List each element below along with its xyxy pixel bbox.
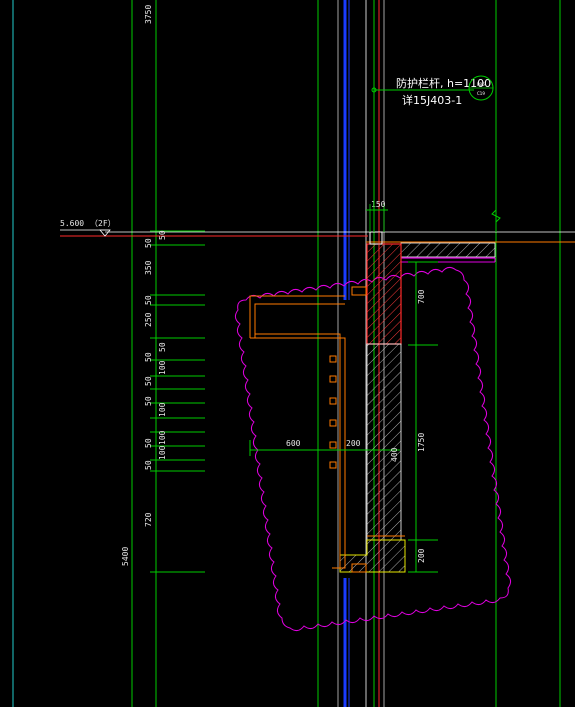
dim-50-a: 50 [144,238,153,248]
left-dimension-lines [150,230,205,573]
canopy-blocks [329,355,337,469]
dim-1750: 1750 [417,433,426,452]
subdim-100-a: 100 [158,360,167,375]
dim-700: 700 [417,289,426,304]
dim-150: 150 [371,200,386,209]
dim-50-b: 50 [144,295,153,305]
dim-200-right: 200 [417,548,426,563]
level-label: 5.600 [60,219,84,228]
railing-callout: 防护栏杆, h=1100 详15J403-1 PB6 C19 [371,75,494,232]
subdim-100-b: 100 [158,402,167,417]
dim-720: 720 [144,512,153,527]
subdim-100-d: 100 [158,445,167,460]
dim-250: 250 [144,312,153,327]
floor-label: （2F） [90,219,116,228]
upper-beam [366,231,402,345]
dim-50-g: 50 [144,460,153,470]
top-dimension: 150 [366,200,388,232]
dim-600: 600 [286,439,301,448]
subdim-100-c: 100 [158,430,167,445]
dim-50-h: 50 [158,230,167,240]
dim-50-d: 50 [144,376,153,386]
dim-350: 350 [144,260,153,275]
blue-curtain-wall [343,0,350,707]
break-line-symbol [491,200,501,232]
dim-5400: 5400 [121,547,130,566]
dim-50-c: 50 [144,352,153,362]
left-dimension-texts: 3750 50 350 50 250 50 50 50 50 50 720 54… [121,5,167,566]
callout-top: PB6 [477,82,485,87]
dim-50-f: 50 [144,438,153,448]
dim-200: 200 [346,439,361,448]
dim-50-e: 50 [144,396,153,406]
railing-ref: 详15J403-1 [402,93,462,107]
callout-bottom: C19 [477,91,485,96]
dim-3750: 3750 [144,5,153,24]
subdim-50: 50 [158,342,167,352]
drawing-canvas: 5.600 （2F） 3750 50 350 50 250 50 50 50 5… [12,0,575,707]
right-dimensions: 700 1750 200 [408,261,438,573]
canopy [249,286,367,573]
dim-400: 400 [390,447,399,462]
